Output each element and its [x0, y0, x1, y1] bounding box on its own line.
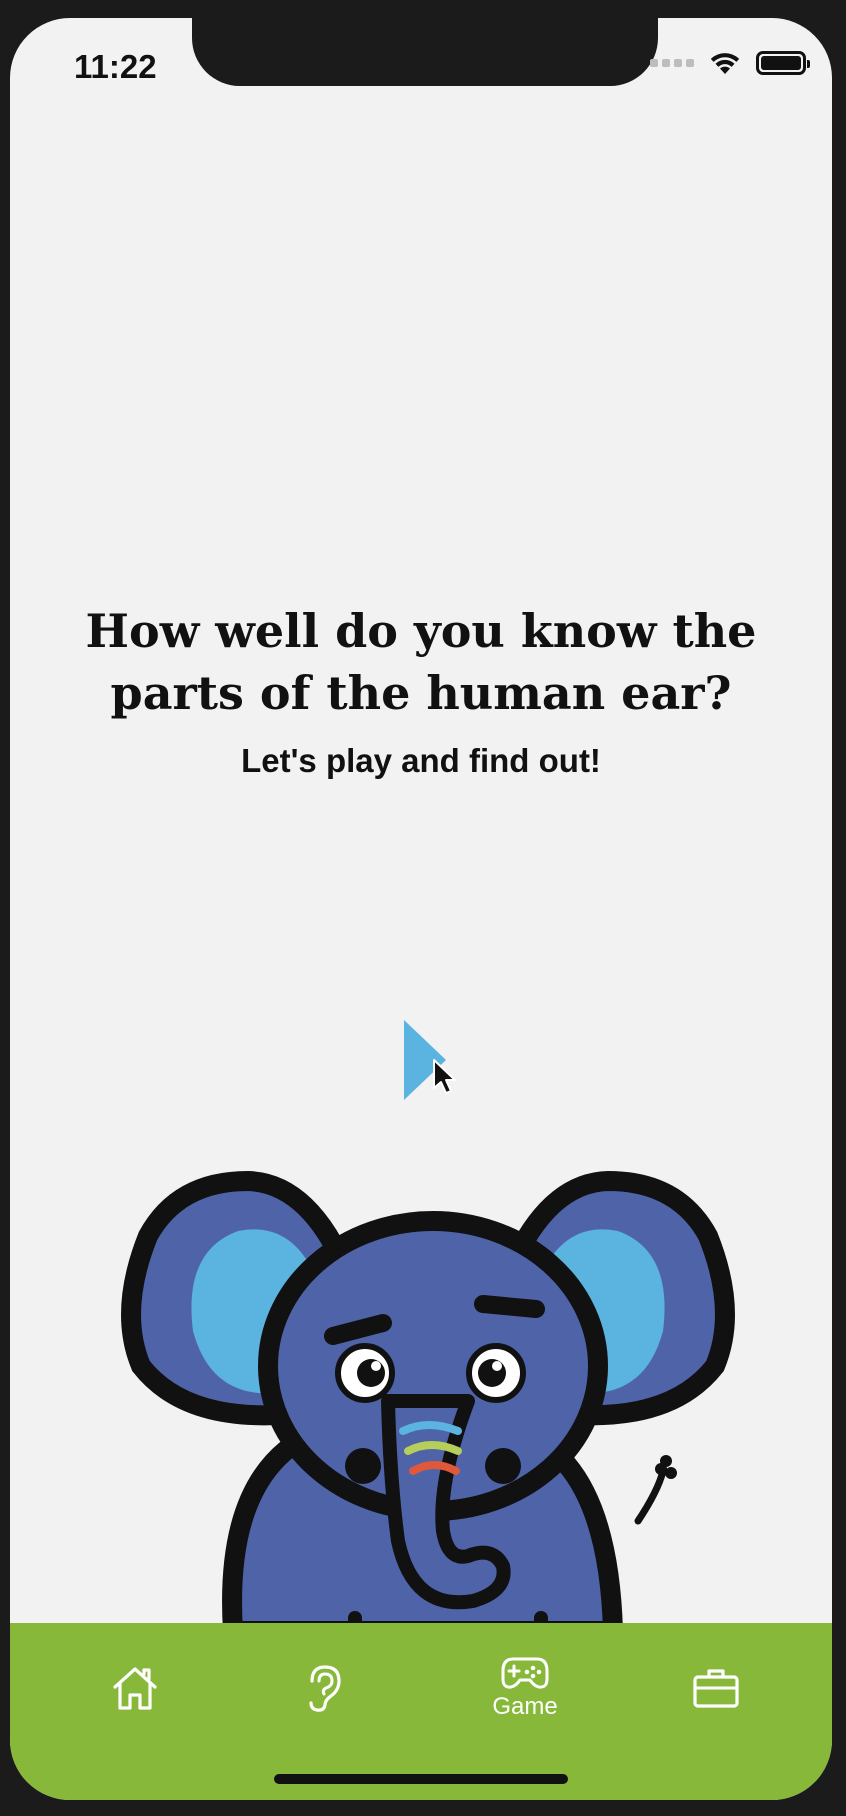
page-title: How well do you know the parts of the hu…	[10, 600, 832, 724]
tab-briefcase[interactable]	[651, 1633, 781, 1743]
tab-home[interactable]	[70, 1633, 200, 1743]
tab-game-label: Game	[492, 1693, 558, 1720]
page-subtitle: Let's play and find out!	[241, 742, 601, 779]
briefcase-icon	[693, 1669, 739, 1708]
elephant-mascot	[121, 1170, 735, 1643]
status-icons	[650, 50, 810, 76]
gamepad-icon	[501, 1657, 549, 1689]
phone-screen: 11:22 How well do you know the parts of …	[10, 18, 832, 1800]
battery-icon	[756, 51, 810, 75]
home-indicator[interactable]	[274, 1774, 568, 1784]
title-line-1: How well do you know the	[85, 604, 757, 658]
ear-icon	[309, 1665, 341, 1712]
tab-ear[interactable]	[259, 1633, 389, 1743]
status-time: 11:22	[74, 48, 157, 85]
title-line-2: parts of the human ear?	[110, 666, 732, 720]
cellular-signal-icon	[650, 59, 694, 67]
device-notch	[192, 18, 658, 86]
mouse-cursor-icon	[433, 1059, 456, 1094]
tab-game[interactable]: Game	[460, 1633, 590, 1743]
home-icon	[113, 1667, 157, 1710]
wifi-icon	[710, 53, 740, 74]
